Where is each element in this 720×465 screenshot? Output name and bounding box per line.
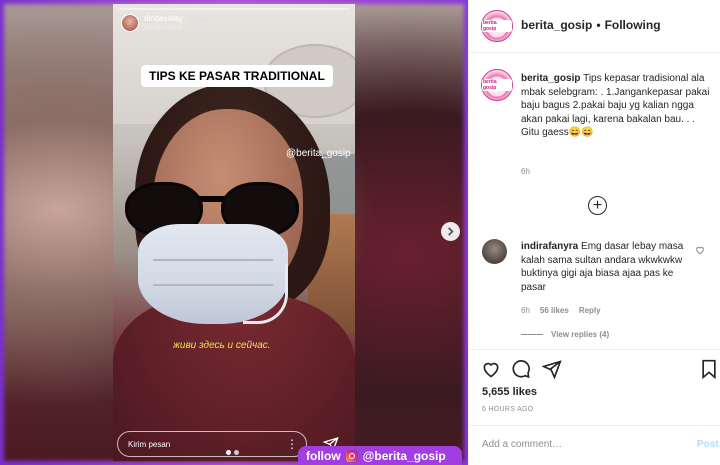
comment-time: 6h: [521, 306, 530, 315]
promo-follow-label: follow: [306, 448, 341, 463]
comment-meta: 6h 56 likes Reply: [521, 306, 601, 315]
story-caption: живи здесь и сейчас.: [173, 340, 271, 351]
promo-handle: @berita_gosip: [362, 448, 446, 463]
post-comment-button[interactable]: Post: [697, 439, 719, 450]
caption-avatar[interactable]: berita gosip: [481, 69, 513, 101]
view-replies-label: View replies (4): [551, 330, 610, 339]
post-caption: berita_gosip Tips kepasar tradisional al…: [521, 72, 711, 140]
post-date: 6 HOURS AGO: [482, 406, 534, 413]
carousel-dot: [234, 450, 239, 455]
story-avatar: [121, 14, 139, 32]
header-separator: •: [596, 18, 601, 32]
chevron-right-icon: [448, 227, 454, 236]
story-watermark: @berita_gosip: [286, 148, 351, 159]
story-username: dindasafay: [144, 14, 183, 23]
comment-reply-button[interactable]: Reply: [579, 306, 601, 315]
header-username[interactable]: berita_gosip: [521, 18, 592, 32]
bookmark-icon[interactable]: [700, 359, 718, 379]
promo-banner: follow @berita_gosip: [298, 446, 462, 465]
post-side-panel: berita gosip berita_gosip • Following beri…: [468, 0, 720, 465]
instagram-icon: [345, 449, 358, 462]
avatar[interactable]: berita gosip: [481, 10, 513, 42]
avatar-logo-text: berita gosip: [482, 20, 512, 32]
view-replies-button[interactable]: View replies (4): [521, 330, 609, 339]
comments-section[interactable]: berita gosip berita_gosip Tips kepasar t…: [469, 54, 720, 350]
story-reply-placeholder: Kirim pesan: [128, 440, 171, 449]
more-icon: ⋮: [286, 437, 298, 451]
story-time: 24 jam: [188, 14, 213, 23]
story-reply-input: Kirim pesan ⋮: [117, 431, 307, 457]
comment-likes[interactable]: 56 likes: [540, 306, 569, 315]
load-more-comments-button[interactable]: +: [588, 196, 607, 215]
next-slide-button[interactable]: [441, 222, 460, 241]
story-subtitle: life.with.kuliha: [144, 25, 182, 31]
comment-username[interactable]: indirafanyra: [521, 241, 578, 252]
story-progress-bar: [119, 8, 349, 10]
likes-count[interactable]: 5,655 likes: [482, 386, 537, 398]
story-title-sticker: TIPS KE PASAR TRADITIONAL: [141, 65, 333, 87]
story-frame: dindasafay 24 jam life.with.kuliha TIPS K…: [113, 4, 355, 461]
carousel-dot-active: [226, 450, 231, 455]
caption-username[interactable]: berita_gosip: [521, 73, 580, 84]
share-icon[interactable]: [542, 359, 562, 379]
post-media[interactable]: dindasafay 24 jam life.with.kuliha TIPS K…: [0, 0, 468, 465]
comment-avatar[interactable]: [482, 239, 507, 264]
heart-icon[interactable]: [481, 359, 501, 379]
caption-time: 6h: [521, 167, 530, 176]
comment-item: indirafanyra Emg dasar lebay masa kalah …: [521, 240, 696, 294]
carousel-dots: [226, 450, 239, 455]
comment-icon[interactable]: [511, 359, 531, 379]
post-header: berita gosip berita_gosip • Following: [469, 0, 720, 53]
comment-like-heart-icon[interactable]: [695, 245, 705, 255]
following-button[interactable]: Following: [605, 18, 661, 32]
add-comment-bar: Add a comment… Post: [469, 425, 720, 465]
post-actions: [469, 355, 720, 385]
comment-input[interactable]: Add a comment…: [482, 439, 562, 450]
